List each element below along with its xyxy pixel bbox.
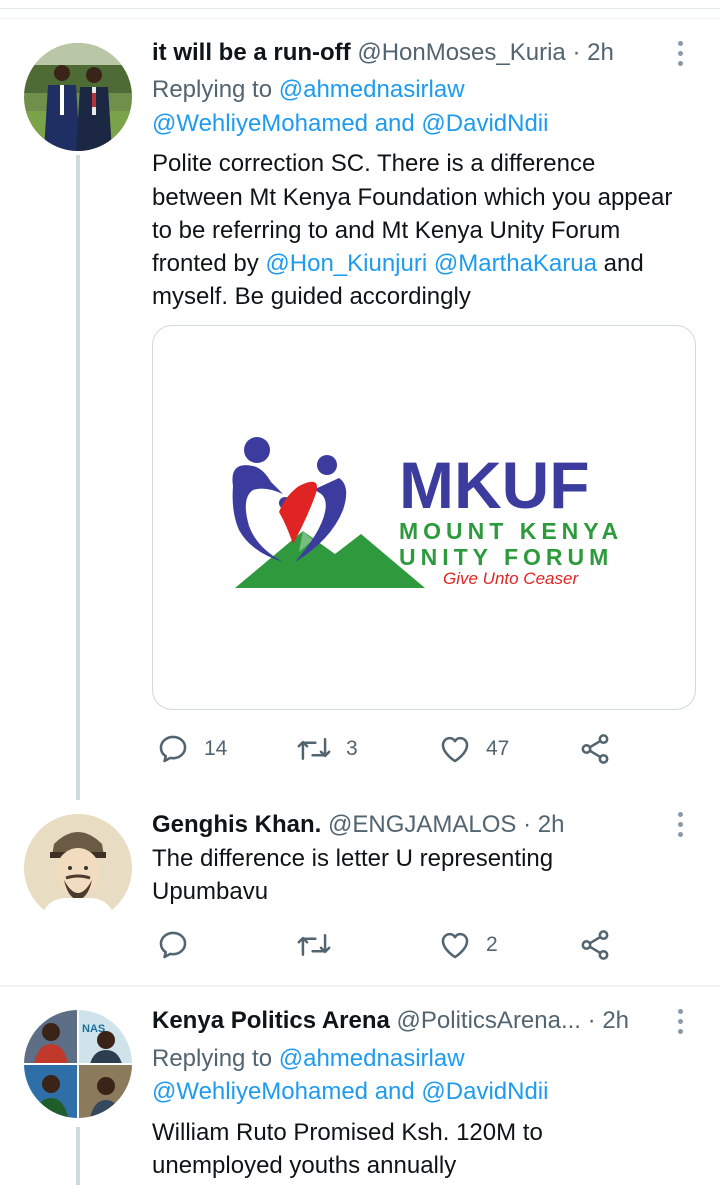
heart-icon — [441, 736, 469, 763]
replying-and: and — [374, 1078, 415, 1105]
like-button[interactable]: 47 — [438, 732, 509, 766]
reply-icon — [159, 735, 187, 763]
tweet-text-line: myself. Be guided accordingly — [152, 283, 471, 310]
tweet-text-line: unemployed youths annually — [152, 1152, 457, 1179]
like-button[interactable]: 2 — [438, 928, 498, 962]
avatar-photo: NAS — [24, 1010, 132, 1118]
avatar-photo — [24, 814, 132, 922]
mention-link[interactable]: @DavidNdii — [421, 1078, 548, 1105]
tweet-text-line: between Mt Kenya Foundation which you ap… — [152, 184, 673, 211]
retweet-icon — [297, 934, 331, 956]
user-handle[interactable]: @HonMoses_Kuria — [357, 39, 565, 66]
replying-to-continued: @WehliyeMohamed and @DavidNdii — [152, 107, 548, 140]
replying-and: and — [374, 110, 415, 137]
mkuf-logo-image: MKUF MOUNT KENYA UNITY FORUM Give Unto C… — [232, 437, 623, 588]
more-options-icon[interactable] — [668, 36, 692, 70]
more-options-icon[interactable] — [668, 807, 692, 841]
mountain-shape — [235, 531, 425, 588]
reply-button[interactable] — [156, 928, 190, 962]
reply-count: 14 — [204, 737, 228, 760]
logo-tagline: Give Unto Ceaser — [443, 569, 579, 588]
replying-to-label: Replying to — [152, 76, 273, 103]
mention-link[interactable]: @WehliyeMohamed — [152, 110, 368, 137]
logo-subtitle-1: MOUNT KENYA — [399, 518, 623, 544]
replying-to-continued: @WehliyeMohamed and @DavidNdii — [152, 1075, 548, 1108]
more-options-icon[interactable] — [668, 1004, 692, 1038]
thread-line — [76, 1127, 80, 1185]
timestamp[interactable]: 2h — [587, 39, 614, 66]
avatar[interactable] — [24, 43, 132, 151]
timestamp[interactable]: 2h — [538, 811, 565, 838]
avatar[interactable]: NAS — [24, 1010, 132, 1118]
tweet-3[interactable]: NAS Kenya Politics Arena @PoliticsArena.… — [0, 987, 720, 1185]
mention-link[interactable]: @ahmednasirlaw — [279, 76, 465, 103]
tweet-header: it will be a run-off @HonMoses_Kuria · 2… — [152, 36, 614, 70]
timestamp[interactable]: 2h — [602, 1007, 629, 1034]
like-count: 2 — [486, 933, 498, 956]
mention-link[interactable]: @ahmednasirlaw — [279, 1045, 465, 1072]
retweet-button[interactable]: 3 — [296, 732, 358, 766]
logo-subtitle-2: UNITY FORUM — [399, 544, 613, 570]
tweet-text-line: Polite correction SC. There is a differe… — [152, 150, 596, 177]
replying-to-label: Replying to — [152, 1045, 273, 1072]
display-name[interactable]: it will be a run-off — [152, 39, 351, 66]
tweet-header: Genghis Khan. @ENGJAMALOS · 2h — [152, 808, 564, 842]
like-count: 47 — [486, 737, 510, 760]
logo-title: MKUF — [399, 448, 590, 522]
separator-dot: · — [565, 39, 588, 66]
user-handle[interactable]: @ENGJAMALOS — [328, 811, 516, 838]
media-card[interactable]: MKUF MOUNT KENYA UNITY FORUM Give Unto C… — [152, 325, 696, 710]
retweet-button[interactable] — [296, 928, 332, 962]
avatar[interactable] — [24, 814, 132, 922]
share-button[interactable] — [578, 928, 612, 962]
text-fragment: and — [603, 250, 644, 277]
separator-dot: · — [580, 1007, 603, 1034]
tweet-text-line: to be referring to and Mt Kenya Unity Fo… — [152, 217, 621, 244]
mention-link[interactable]: @WehliyeMohamed — [152, 1078, 368, 1105]
share-button[interactable] — [578, 732, 612, 766]
figure-head-left — [244, 437, 270, 463]
avatar-photo — [24, 43, 132, 151]
display-name[interactable]: Kenya Politics Arena — [152, 1007, 390, 1034]
reply-button[interactable]: 14 — [156, 732, 227, 766]
replying-to: Replying to @ahmednasirlaw — [152, 73, 465, 106]
tweet-header: Kenya Politics Arena @PoliticsArena... ·… — [152, 1004, 629, 1038]
tweet-text-line: The difference is letter U representing — [152, 845, 554, 872]
tweet-2[interactable]: Genghis Khan. @ENGJAMALOS · 2h The diffe… — [0, 800, 720, 985]
retweet-icon — [297, 738, 331, 760]
figure-head-right — [317, 455, 337, 475]
display-name[interactable]: Genghis Khan. — [152, 811, 321, 838]
text-fragment: fronted by — [152, 250, 259, 277]
mention-link[interactable]: @DavidNdii — [421, 110, 548, 137]
thread-line — [76, 155, 80, 800]
user-handle[interactable]: @PoliticsArena... — [397, 1007, 581, 1034]
tweet-1[interactable]: it will be a run-off @HonMoses_Kuria · 2… — [0, 0, 720, 800]
heart-icon — [441, 932, 469, 959]
mention-link[interactable]: @Hon_Kiunjuri — [265, 250, 427, 277]
retweet-count: 3 — [346, 737, 358, 760]
tweet-text-line: Upumbavu — [152, 878, 269, 905]
separator-dot: · — [516, 811, 538, 838]
tweet-text-line: fronted by @Hon_Kiunjuri @MarthaKarua an… — [152, 247, 644, 280]
replying-to: Replying to @ahmednasirlaw — [152, 1042, 465, 1075]
share-icon — [581, 930, 609, 960]
share-icon — [581, 734, 609, 764]
mention-link[interactable]: @MarthaKarua — [434, 250, 597, 277]
tweet-text-line: William Ruto Promised Ksh. 120M to — [152, 1119, 543, 1146]
reply-icon — [159, 931, 187, 959]
